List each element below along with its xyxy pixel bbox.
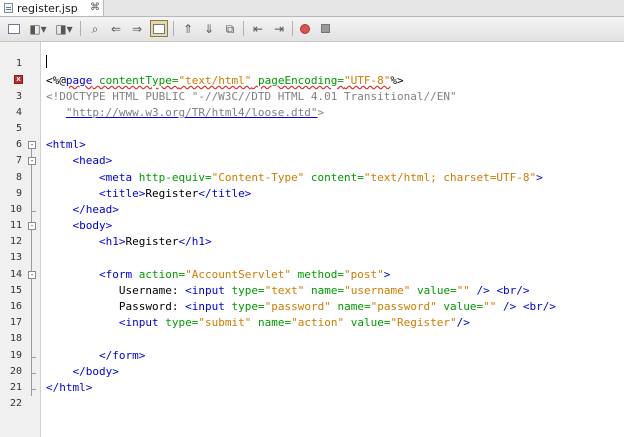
code-line-14: <form action="AccountServlet" method="po… bbox=[98, 268, 391, 281]
code-line-21: </html> bbox=[46, 381, 93, 394]
fold-end-tick bbox=[31, 211, 36, 212]
code-line-3: <!DOCTYPE HTML PUBLIC "-//W3C//DTD HTML … bbox=[46, 90, 457, 103]
code-line-8: <meta http-equiv="Content-Type" content=… bbox=[98, 171, 543, 184]
error-icon[interactable]: x bbox=[14, 75, 23, 84]
fold-end-tick bbox=[31, 389, 36, 390]
line-number: 21 bbox=[9, 382, 22, 393]
code-line-2: <%@page contentType="text/html" pageEnco… bbox=[46, 74, 404, 87]
previous-bookmark-icon[interactable]: ⇑ bbox=[179, 20, 197, 37]
line-number: 14 bbox=[9, 269, 22, 280]
line-number: 19 bbox=[9, 350, 22, 361]
last-edit-icon[interactable] bbox=[5, 20, 23, 37]
line-number: 10 bbox=[9, 204, 22, 215]
toolbar-separator bbox=[80, 21, 81, 36]
find-selection-icon[interactable]: ⌕ bbox=[86, 20, 104, 37]
line-number: 16 bbox=[9, 301, 22, 312]
back-icon[interactable]: ◧▾ bbox=[27, 20, 49, 37]
code-line-4: "http://www.w3.org/TR/html4/loose.dtd"> bbox=[65, 106, 325, 119]
toggle-bookmark-icon[interactable]: ⧉ bbox=[221, 20, 239, 37]
line-number: 12 bbox=[9, 236, 22, 247]
line-number: 20 bbox=[9, 366, 22, 377]
code-editor[interactable]: 1 x 3 4 5 6 7 8 9 10 11 12 13 14 15 16 1… bbox=[0, 42, 624, 437]
fold-head-icon[interactable]: - bbox=[28, 157, 36, 165]
next-bookmark-icon[interactable]: ⇓ bbox=[200, 20, 218, 37]
find-next-icon[interactable]: ⇒ bbox=[128, 20, 146, 37]
shift-right-icon[interactable]: ⇥ bbox=[270, 20, 288, 37]
line-number: 7 bbox=[15, 155, 22, 166]
fold-end-tick bbox=[31, 357, 36, 358]
tab-register-jsp[interactable]: register.jsp ⌘ bbox=[0, 0, 104, 16]
start-macro-icon[interactable] bbox=[296, 20, 314, 37]
line-number: 1 bbox=[15, 58, 22, 69]
stop-macro-icon[interactable] bbox=[316, 20, 334, 37]
code-line-12: <h1>Register</h1> bbox=[98, 235, 212, 248]
line-number: 13 bbox=[9, 252, 22, 263]
line-number: 3 bbox=[15, 91, 22, 102]
code-line-10: </head> bbox=[72, 203, 119, 216]
code-line-20: </body> bbox=[72, 365, 119, 378]
code-line-6: <html> bbox=[46, 138, 86, 151]
forward-icon[interactable]: ◨▾ bbox=[53, 20, 75, 37]
editor-tab-strip: register.jsp ⌘ bbox=[0, 0, 624, 17]
code-line-7: <head> bbox=[72, 154, 113, 167]
code-line-19: </form> bbox=[98, 349, 146, 362]
toolbar-separator bbox=[173, 21, 174, 36]
line-number: 22 bbox=[9, 398, 22, 409]
fold-end-tick bbox=[31, 373, 36, 374]
fold-form-icon[interactable]: - bbox=[28, 271, 36, 279]
find-previous-icon[interactable]: ⇐ bbox=[107, 20, 125, 37]
editor-toolbar: ◧▾ ◨▾ ⌕ ⇐ ⇒ ⇑ ⇓ ⧉ ⇤ ⇥ bbox=[0, 17, 624, 42]
close-tab-icon[interactable]: ⌘ bbox=[90, 2, 100, 13]
fold-html-icon[interactable]: - bbox=[28, 141, 36, 149]
code-line-11: <body> bbox=[72, 219, 113, 232]
code-line-15: Username: <input type="text" name="usern… bbox=[118, 284, 530, 297]
toggle-highlight-icon[interactable] bbox=[150, 20, 168, 37]
line-number: 9 bbox=[15, 188, 22, 199]
code-line-16: Password: <input type="password" name="p… bbox=[118, 300, 557, 313]
line-number: 11 bbox=[9, 220, 22, 231]
toolbar-separator bbox=[243, 21, 244, 36]
fold-body-icon[interactable]: - bbox=[28, 222, 36, 230]
line-number: 18 bbox=[9, 333, 22, 344]
line-number: 15 bbox=[9, 285, 22, 296]
line-number: 4 bbox=[15, 107, 22, 118]
toolbar-separator bbox=[292, 21, 293, 36]
tab-label: register.jsp bbox=[17, 2, 78, 15]
line-number: 5 bbox=[15, 123, 22, 134]
shift-left-icon[interactable]: ⇤ bbox=[249, 20, 267, 37]
code-line-17: <input type="submit" name="action" value… bbox=[118, 316, 470, 329]
code-line-9: <title>Register</title> bbox=[98, 187, 252, 200]
code-area[interactable]: <%@page contentType="text/html" pageEnco… bbox=[41, 42, 624, 437]
line-number: 17 bbox=[9, 317, 22, 328]
line-number-gutter: 1 x 3 4 5 6 7 8 9 10 11 12 13 14 15 16 1… bbox=[0, 42, 41, 437]
jsp-file-icon bbox=[4, 3, 13, 13]
line-number: 6 bbox=[15, 139, 22, 150]
text-caret bbox=[46, 55, 47, 68]
line-number: 8 bbox=[15, 172, 22, 183]
